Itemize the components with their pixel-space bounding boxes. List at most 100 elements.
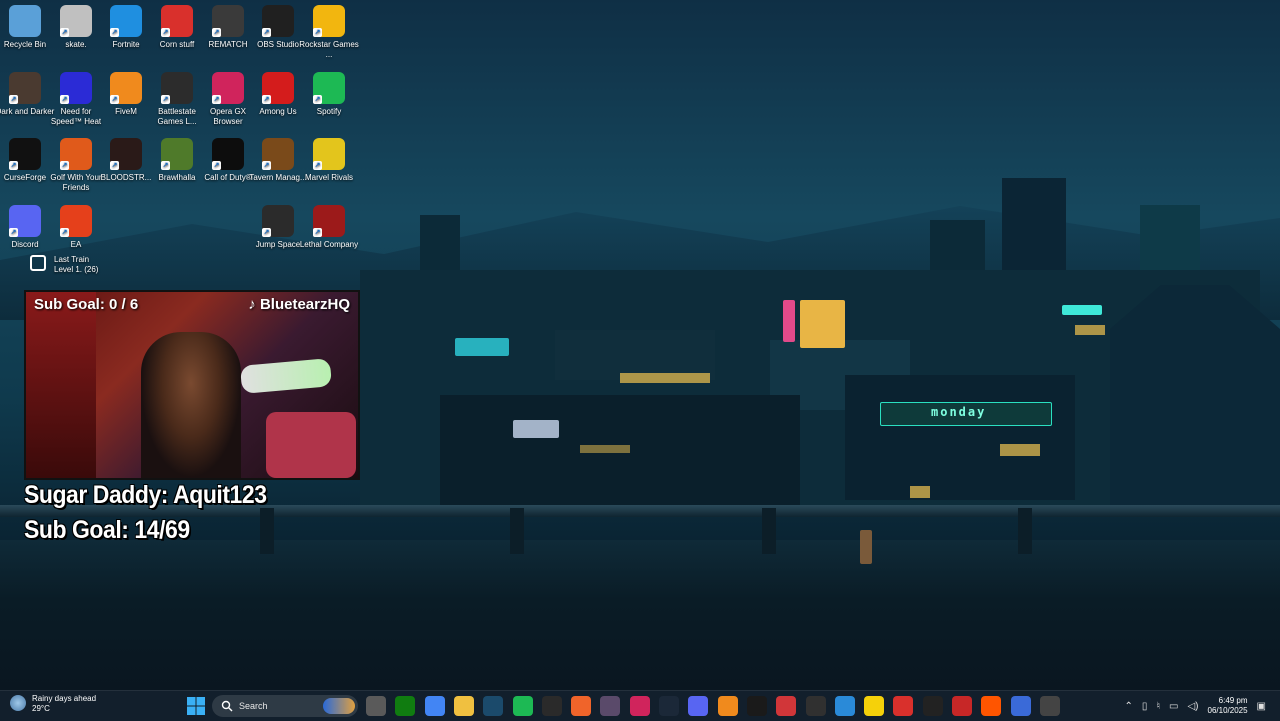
power-icon: ↗ xyxy=(161,5,193,37)
vpn-icon[interactable] xyxy=(1010,696,1031,716)
shortcut-arrow-icon: ↗ xyxy=(110,161,119,170)
neon-sign xyxy=(800,300,845,348)
desktop-icon[interactable]: ↗ Lethal Company xyxy=(297,205,361,250)
neon-strip xyxy=(1062,305,1102,315)
shortcut-arrow-icon: ↗ xyxy=(161,161,170,170)
desktop-icon[interactable]: ↗ Rockstar Games ... xyxy=(297,5,361,60)
webcam-overlay: Sub Goal: 0 / 6 ♪ BluetearzHQ xyxy=(24,290,360,480)
photos-icon[interactable] xyxy=(834,696,855,716)
shortcut-arrow-icon: ↗ xyxy=(212,161,221,170)
taskbar-search[interactable]: Search xyxy=(212,695,358,717)
shortcut-arrow-icon: ↗ xyxy=(110,28,119,37)
shortcut-arrow-icon: ↗ xyxy=(212,28,221,37)
capcut-icon[interactable] xyxy=(746,696,767,716)
clock[interactable]: 6:49 pm 06/10/2025 xyxy=(1208,696,1248,716)
vegas-icon[interactable] xyxy=(483,696,504,716)
discord-icon[interactable] xyxy=(688,696,709,716)
xbox-icon[interactable] xyxy=(395,696,416,716)
vlc-icon[interactable] xyxy=(717,696,738,716)
file-explorer-icon[interactable] xyxy=(453,696,474,716)
shortcut-arrow-icon: ↗ xyxy=(262,28,271,37)
shortcut-arrow-icon: ↗ xyxy=(60,28,69,37)
jump-space-icon: ↗ xyxy=(262,205,294,237)
widget-icon[interactable] xyxy=(1039,696,1060,716)
chrome-icon[interactable] xyxy=(424,696,445,716)
microphone xyxy=(239,358,333,394)
building xyxy=(845,375,1075,500)
notification-icon[interactable]: ▣ xyxy=(1257,701,1266,712)
lit-windows xyxy=(620,373,710,383)
obs-icon[interactable] xyxy=(805,696,826,716)
desktop-icon-label: Marvel Rivals xyxy=(304,173,353,182)
tiktok-handle: ♪ BluetearzHQ xyxy=(248,296,350,313)
power-icon[interactable] xyxy=(893,696,914,716)
marvel-rivals-icon: ↗ xyxy=(313,138,345,170)
webcam-sub-goal: Sub Goal: 0 / 6 xyxy=(34,296,139,313)
desktop-icon-label: Rockstar Games ... xyxy=(299,40,359,59)
weather-widget[interactable]: Rainy days ahead 29°C xyxy=(10,694,96,714)
rain-cloud-icon xyxy=(10,695,26,711)
faceit-icon[interactable] xyxy=(981,696,1002,716)
neon-sign xyxy=(455,338,509,356)
gog-icon[interactable] xyxy=(600,696,621,716)
epic-games-icon[interactable] xyxy=(541,696,562,716)
train-widget-title: Last Train xyxy=(54,255,90,264)
steam-icon[interactable] xyxy=(659,696,679,716)
spotify-icon[interactable] xyxy=(512,696,533,716)
tablet-icon[interactable]: ▯ xyxy=(1142,701,1148,712)
search-icon xyxy=(221,700,233,712)
battlestate-icon: ↗ xyxy=(161,72,193,104)
origin-icon[interactable] xyxy=(571,696,592,716)
fortnite-icon: ↗ xyxy=(110,5,142,37)
shortcut-arrow-icon: ↗ xyxy=(60,228,69,237)
ea-icon: ↗ xyxy=(60,205,92,237)
nfs-icon: ↗ xyxy=(60,72,92,104)
golf-icon: ↗ xyxy=(60,138,92,170)
chevron-up-icon[interactable]: ⌃ xyxy=(1125,701,1133,712)
train-icon xyxy=(30,255,46,271)
skate-icon: ↗ xyxy=(60,5,92,37)
network-icon[interactable]: ▭ xyxy=(1169,701,1178,712)
tavern-icon: ↗ xyxy=(262,138,294,170)
weather-temp: 29°C xyxy=(32,704,50,713)
lit-windows xyxy=(580,445,630,453)
shortcut-arrow-icon: ↗ xyxy=(313,161,322,170)
shelf xyxy=(26,292,96,478)
desktop-icon[interactable]: ↗ Marvel Rivals xyxy=(297,138,361,183)
task-view-icon[interactable] xyxy=(366,696,386,716)
neon-sign xyxy=(513,420,559,438)
rail-post xyxy=(510,508,524,554)
shortcut-arrow-icon: ↗ xyxy=(9,228,18,237)
shortcut-arrow-icon: ↗ xyxy=(262,228,271,237)
microphone-icon[interactable]: ♮ xyxy=(1156,701,1160,712)
shortcut-arrow-icon: ↗ xyxy=(212,95,221,104)
volume-icon[interactable]: ◁) xyxy=(1187,701,1198,712)
record-icon[interactable] xyxy=(952,696,972,716)
recycle-bin-icon xyxy=(9,5,41,37)
search-placeholder: Search xyxy=(239,701,268,711)
shortcut-arrow-icon: ↗ xyxy=(262,95,271,104)
taskbar: Rainy days ahead 29°C Search ⌃ ▯ ♮ ▭ ◁) … xyxy=(0,690,1280,721)
sticky-notes-icon[interactable] xyxy=(864,696,885,716)
soccer-ball-icon: ↗ xyxy=(212,5,244,37)
monday-sign: monday xyxy=(880,402,1052,426)
dark-and-darker-icon: ↗ xyxy=(9,72,41,104)
roses xyxy=(266,412,356,478)
brawlhalla-icon: ↗ xyxy=(161,138,193,170)
desktop-icon[interactable]: ↗ EA xyxy=(44,205,108,250)
start-button[interactable] xyxy=(186,696,206,716)
terminal-icon[interactable] xyxy=(922,696,943,716)
windows-logo-icon xyxy=(187,697,205,715)
riot-icon[interactable] xyxy=(776,696,797,716)
shortcut-arrow-icon: ↗ xyxy=(9,95,18,104)
train-widget-subtitle: Level 1. (26) xyxy=(54,265,99,274)
shortcut-arrow-icon: ↗ xyxy=(313,95,322,104)
shortcut-arrow-icon: ↗ xyxy=(262,161,271,170)
desktop-icon[interactable]: ↗ Spotify xyxy=(297,72,361,117)
neon-sign xyxy=(783,300,795,342)
train-widget[interactable]: Last Train Level 1. (26) xyxy=(30,255,98,275)
discord-icon: ↗ xyxy=(9,205,41,237)
opera-gx-icon[interactable] xyxy=(629,696,650,716)
streamer-person xyxy=(141,332,241,478)
spotify-icon: ↗ xyxy=(313,72,345,104)
